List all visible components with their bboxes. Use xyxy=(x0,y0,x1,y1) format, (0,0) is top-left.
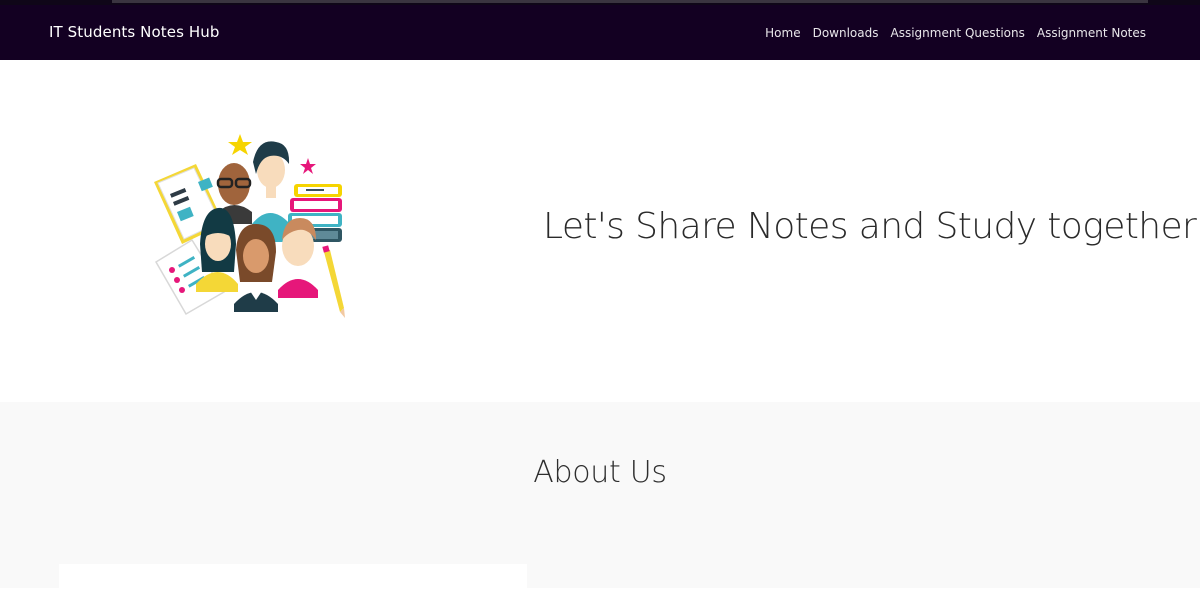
brand-logo-link[interactable]: IT Students Notes Hub xyxy=(49,5,219,60)
top-navbar: IT Students Notes Hub Home Downloads Ass… xyxy=(0,5,1200,60)
person-brown-hair-avatar xyxy=(234,224,278,312)
nav-link-home[interactable]: Home xyxy=(765,26,800,40)
hero-section: Let's Share Notes and Study together xyxy=(0,60,1200,402)
hero-heading: Let's Share Notes and Study together xyxy=(543,206,1197,247)
pencil-icon xyxy=(322,245,345,318)
nav-link-assignment-notes[interactable]: Assignment Notes xyxy=(1037,26,1146,40)
about-heading: About Us xyxy=(533,455,667,490)
star-icon xyxy=(228,134,252,155)
about-section: About Us xyxy=(0,402,1200,594)
nav-links: Home Downloads Assignment Questions Assi… xyxy=(753,5,1146,60)
students-group-illustration xyxy=(154,134,345,318)
nav-link-downloads[interactable]: Downloads xyxy=(813,26,879,40)
star-icon xyxy=(300,158,316,174)
nav-link-assignment-questions[interactable]: Assignment Questions xyxy=(890,26,1024,40)
about-content-card xyxy=(59,564,527,594)
top-strip-inner xyxy=(112,0,1148,3)
